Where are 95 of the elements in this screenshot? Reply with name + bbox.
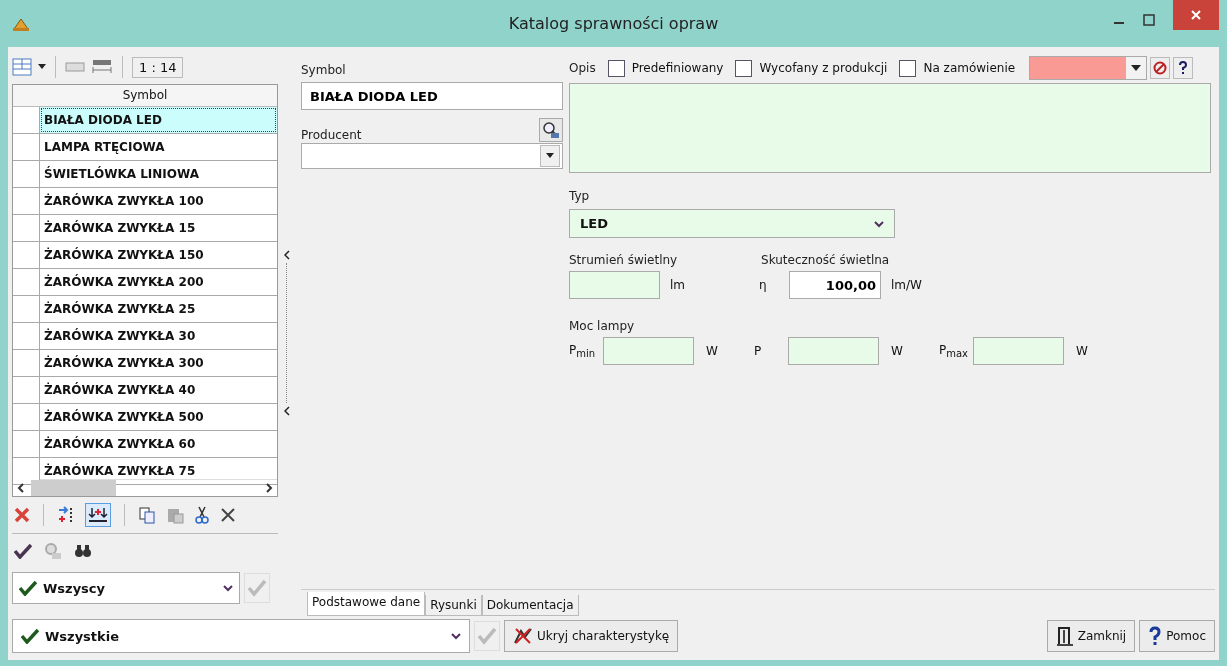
help-button[interactable] xyxy=(1173,57,1194,79)
power-label: P xyxy=(754,344,763,358)
help-button[interactable]: Pomoc xyxy=(1139,620,1215,652)
checkmark-icon[interactable] xyxy=(14,543,32,559)
unit-label: W xyxy=(706,344,719,358)
question-mark-icon xyxy=(1148,626,1163,646)
checkmark-icon xyxy=(19,580,37,596)
chevron-down-icon xyxy=(451,632,461,640)
window-title: Katalog sprawności opraw xyxy=(508,14,719,33)
field-label: Skuteczność świetlna xyxy=(761,253,891,267)
unit-label: W xyxy=(1076,344,1089,358)
grid-view-icon[interactable] xyxy=(12,58,32,76)
table-cell[interactable]: ŻARÓWKA ZWYKŁA 40 xyxy=(40,377,277,403)
type-dropdown[interactable]: LED xyxy=(569,209,895,238)
table-cell[interactable]: ŻARÓWKA ZWYKŁA 60 xyxy=(40,431,277,457)
unit-label: W xyxy=(891,344,904,358)
close-button[interactable]: Zamknij xyxy=(1046,620,1136,652)
table-cell[interactable]: LAMPA RTĘCIOWA xyxy=(40,134,277,160)
luminous-flux-field[interactable] xyxy=(569,271,660,299)
insert-arrows-icon xyxy=(88,506,108,524)
paste-icon[interactable] xyxy=(166,506,184,524)
insert-below-button[interactable] xyxy=(85,503,111,527)
chevron-down-icon xyxy=(223,584,233,592)
table-cell[interactable]: ŻARÓWKA ZWYKŁA 15 xyxy=(40,215,277,241)
copy-icon[interactable] xyxy=(138,506,156,524)
insert-rows-icon[interactable] xyxy=(57,506,75,524)
tab[interactable]: Podstawowe dane xyxy=(307,592,426,616)
table-cell[interactable]: ŻARÓWKA ZWYKŁA 75 xyxy=(40,458,277,484)
checkbox[interactable]: Predefiniowany xyxy=(607,59,724,77)
power-field[interactable] xyxy=(603,337,694,365)
efficacy-field[interactable]: 100,00 xyxy=(789,271,882,299)
field-label: Symbol xyxy=(301,63,347,77)
scissors-icon[interactable] xyxy=(194,506,210,524)
table-cell[interactable]: ŻARÓWKA ZWYKŁA 200 xyxy=(40,269,277,295)
power-field[interactable] xyxy=(973,337,1064,365)
table-cell[interactable]: ŻARÓWKA ZWYKŁA 100 xyxy=(40,188,277,214)
apply-button[interactable] xyxy=(474,621,500,651)
search-icon[interactable] xyxy=(44,542,62,560)
scroll-right-icon[interactable] xyxy=(265,483,273,493)
no-entry-icon xyxy=(1153,61,1168,75)
power-field[interactable] xyxy=(788,337,879,365)
door-icon xyxy=(1055,626,1074,646)
search-producer-button[interactable] xyxy=(539,118,563,142)
no-entry-button[interactable] xyxy=(1150,57,1171,79)
symbol-field[interactable]: BIAŁA DIODA LED xyxy=(301,82,563,110)
question-mark-icon xyxy=(1178,61,1189,75)
binoculars-icon[interactable] xyxy=(74,544,92,558)
search-icon xyxy=(542,121,560,139)
table-cell[interactable]: ŚWIETLÓWKA LINIOWA xyxy=(40,161,277,187)
eta-label: η xyxy=(759,278,768,292)
field-label: Moc lampy xyxy=(569,319,636,333)
color-dropdown[interactable] xyxy=(1029,56,1148,80)
table-cell[interactable]: ŻARÓWKA ZWYKŁA 300 xyxy=(40,350,277,376)
checkmark-icon xyxy=(477,627,497,645)
close-button[interactable] xyxy=(1173,0,1219,30)
scroll-left-icon[interactable] xyxy=(17,483,25,493)
caret-icon[interactable] xyxy=(38,64,46,70)
tab[interactable]: Rysunki xyxy=(425,595,482,616)
tab[interactable]: Dokumentacja xyxy=(481,595,579,616)
table-cell[interactable]: ŻARÓWKA ZWYKŁA 150 xyxy=(40,242,277,268)
field-label: Producent xyxy=(301,128,362,142)
caret-icon xyxy=(546,153,554,159)
close-icon[interactable] xyxy=(220,507,236,523)
power-label: P$_{min}$ xyxy=(569,342,597,360)
table-cell[interactable]: ŻARÓWKA ZWYKŁA 500 xyxy=(40,404,277,430)
checkmark-icon xyxy=(21,628,39,644)
filter-dropdown[interactable]: Wszystkie xyxy=(12,619,470,653)
checkbox[interactable]: Wycofany z produkcji xyxy=(735,59,888,77)
power-label: P$_{max}$ xyxy=(939,342,969,360)
filter-dropdown[interactable]: Wszyscy xyxy=(12,572,240,604)
lamp-icon xyxy=(12,16,30,31)
checkmark-icon xyxy=(247,579,267,597)
description-field[interactable] xyxy=(569,83,1211,173)
maximize-icon[interactable] xyxy=(1143,14,1155,26)
scrollbar-thumb[interactable] xyxy=(31,480,116,496)
table-cell[interactable]: BIAŁA DIODA LED xyxy=(40,107,277,133)
scale-label: 1 : 14 xyxy=(132,56,184,78)
checkbox[interactable]: Na zamówienie xyxy=(899,59,1016,77)
field-label: Strumień świetlny xyxy=(569,253,679,267)
crossed-chart-icon xyxy=(513,627,533,645)
auto-width-icon[interactable] xyxy=(91,59,113,75)
table-cell[interactable]: ŻARÓWKA ZWYKŁA 30 xyxy=(40,323,277,349)
keyboard-icon[interactable] xyxy=(65,61,85,73)
table-cell[interactable]: ŻARÓWKA ZWYKŁA 25 xyxy=(40,296,277,322)
caret-icon xyxy=(1131,65,1142,71)
column-header[interactable]: Symbol xyxy=(13,85,277,107)
chevron-down-icon xyxy=(874,219,884,228)
field-label: Typ xyxy=(569,189,591,203)
close-icon xyxy=(1191,10,1201,20)
apply-button[interactable] xyxy=(244,573,270,603)
unit-label: lm xyxy=(670,278,686,292)
field-label: Opis xyxy=(569,61,596,75)
delete-icon[interactable] xyxy=(14,507,30,523)
hide-chart-button[interactable]: Ukryj charakterystykę xyxy=(504,620,679,652)
unit-label: lm/W xyxy=(891,278,922,292)
